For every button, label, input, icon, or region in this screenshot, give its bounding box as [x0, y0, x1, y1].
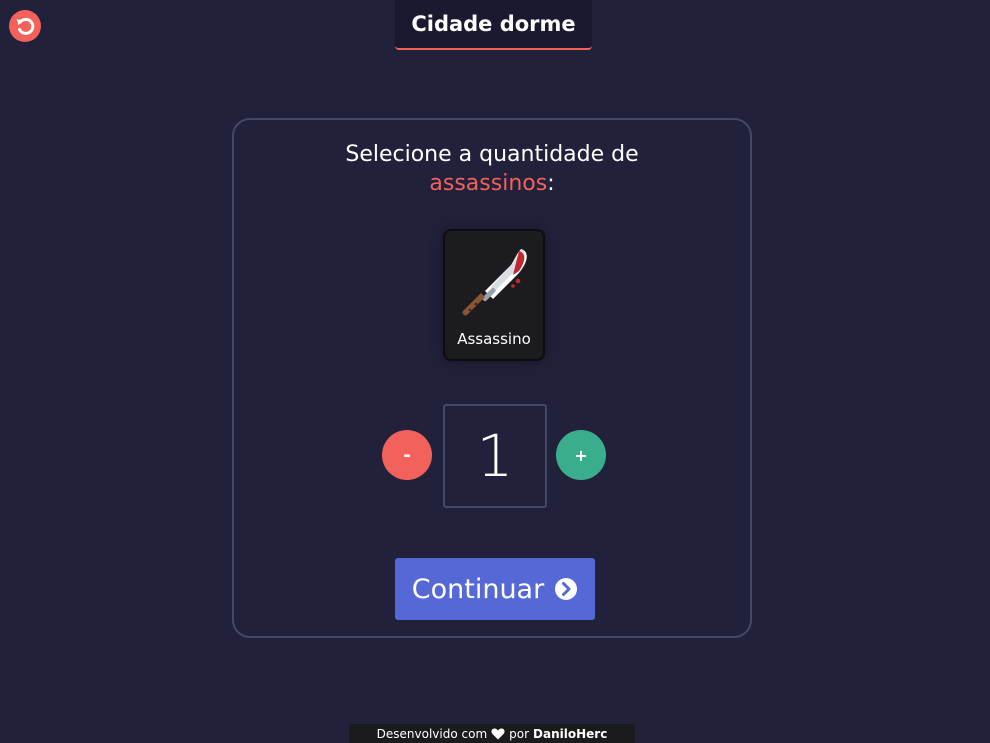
quantity-value: 1 — [443, 404, 547, 508]
prompt-suffix: : — [547, 171, 555, 196]
role-label: Assassino — [457, 330, 531, 348]
heart-icon — [491, 728, 505, 739]
footer-prefix: Desenvolvido com — [376, 726, 488, 741]
chevron-right-circle-icon — [555, 578, 578, 600]
footer-author-link[interactable]: DaniloHerc — [533, 727, 607, 741]
continue-button[interactable]: Continuar — [395, 558, 595, 620]
prompt-text: Selecione a quantidade de — [345, 142, 639, 167]
continue-label: Continuar — [411, 573, 545, 605]
role-card-assassino: Assassino — [443, 229, 545, 361]
bloody-knife-icon — [462, 249, 527, 316]
footer-credits: Desenvolvido com por DaniloHerc — [349, 724, 635, 743]
page-title: Cidade dorme — [395, 0, 592, 50]
prompt-role-highlight: assassinos — [429, 171, 548, 196]
reset-arrow-icon — [16, 17, 35, 35]
increment-button[interactable]: + — [556, 430, 606, 480]
footer-middle: por — [509, 726, 530, 741]
selection-card: Selecione a quantidade de assassinos: As… — [232, 118, 752, 638]
selection-prompt: Selecione a quantidade de assassinos: — [234, 140, 750, 198]
reset-button[interactable] — [9, 10, 41, 42]
decrement-button[interactable]: - — [382, 430, 432, 480]
page: Cidade dorme Selecione a quantidade de a… — [0, 0, 990, 743]
